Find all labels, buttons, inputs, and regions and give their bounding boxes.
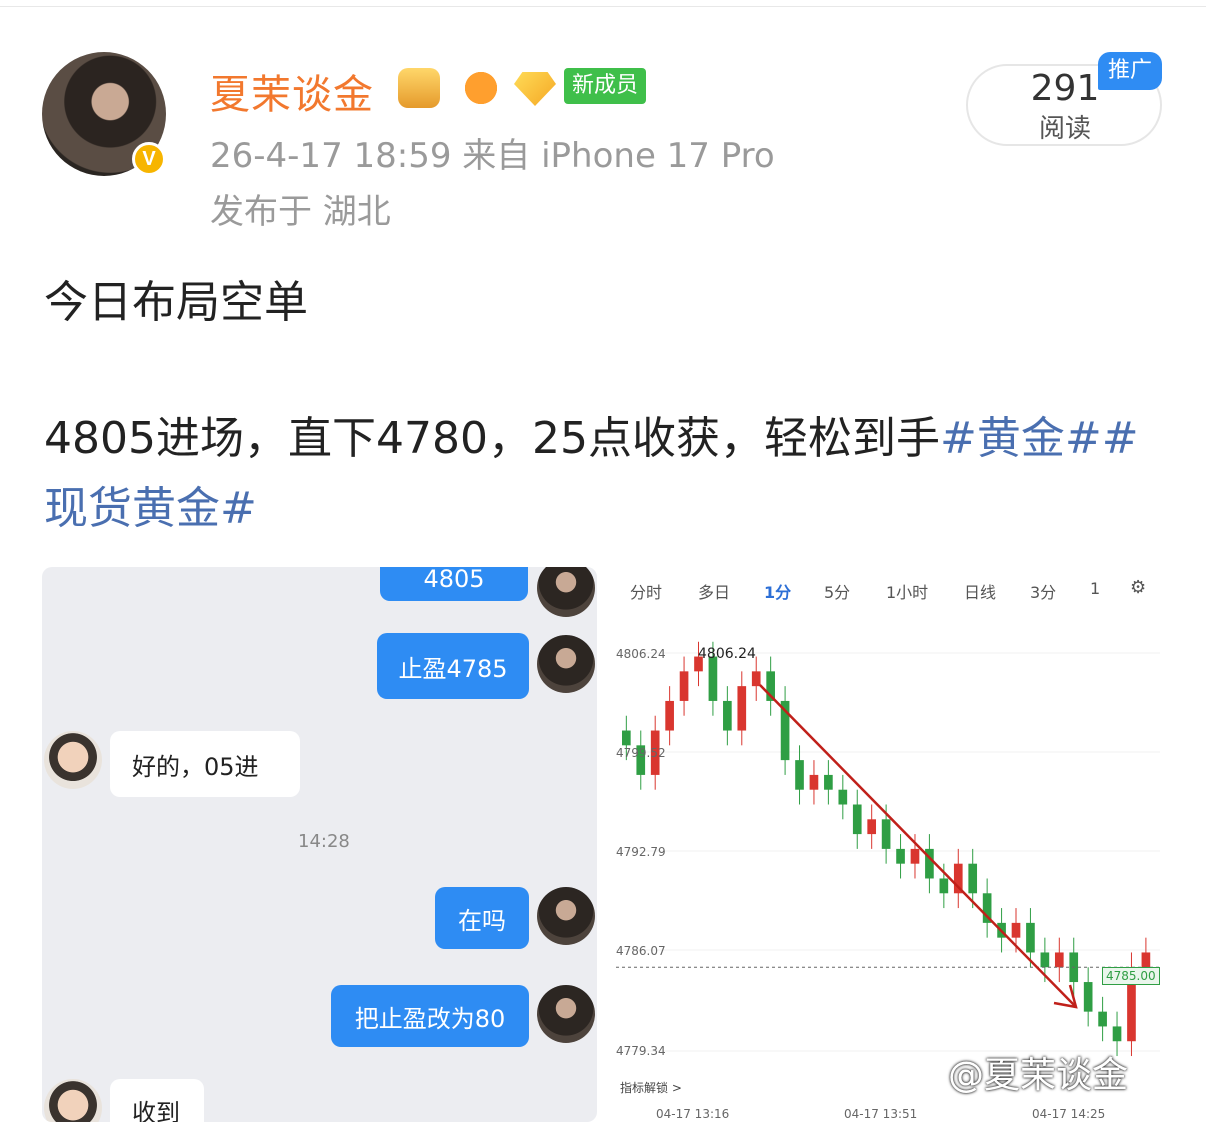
verified-icon: V	[132, 142, 166, 176]
candle-body	[1098, 1011, 1107, 1027]
hashtag-gold[interactable]: #黄金#	[940, 413, 1102, 464]
candle-body	[1054, 952, 1064, 968]
username[interactable]: 夏茉谈金	[210, 62, 374, 120]
fish-icon[interactable]	[460, 68, 502, 108]
tab-multiday[interactable]: 多日	[698, 579, 730, 603]
chat-avatar-self	[537, 985, 595, 1043]
read-count: 291	[1030, 68, 1100, 109]
candle-body	[881, 819, 891, 849]
candle-body	[809, 774, 819, 790]
x-tick: 04-17 13:51	[844, 1107, 918, 1121]
chat-bubble-change: 把止盈改为80	[331, 985, 529, 1047]
high-price-label: 4806.24	[698, 646, 756, 662]
y-tick: 4786.07	[616, 944, 666, 958]
candle-body	[1112, 1026, 1122, 1042]
chat-screenshot[interactable]: 4805 止盈4785 好的，05进 14:28 在吗 把止盈改为80 收到	[42, 567, 597, 1122]
chat-avatar-self	[537, 567, 595, 617]
chat-bubble-top: 4805	[380, 567, 528, 601]
candle-body	[910, 848, 920, 864]
candlestick-plot	[616, 641, 1160, 1057]
chat-bubble-received: 收到	[110, 1079, 204, 1122]
chat-bubble-ok: 好的，05进	[110, 731, 300, 797]
crown-icon[interactable]	[398, 68, 440, 108]
chart-screenshot[interactable]: 分时 多日 1分 5分 1小时 日线 3分 1 ⚙ 4806.24 4799.5…	[610, 567, 1166, 1122]
candle-body	[867, 819, 877, 835]
tab-3min[interactable]: 3分	[1030, 579, 1056, 603]
diamond-icon[interactable]	[514, 72, 556, 106]
x-tick: 04-17 13:16	[656, 1107, 730, 1121]
candle-body	[1040, 952, 1050, 968]
post-text-line1: 今日布局空单	[44, 277, 308, 328]
candle-body	[708, 656, 718, 701]
tab-timeshare[interactable]: 分时	[630, 579, 662, 603]
watermark: @夏茉谈金	[948, 1055, 1129, 1096]
promo-button[interactable]: 推广	[1098, 52, 1162, 90]
candle-body	[968, 863, 978, 894]
trend-arrow	[759, 684, 1077, 1008]
tab-daily[interactable]: 日线	[964, 579, 996, 603]
y-tick: 4806.24	[616, 647, 666, 661]
indicator-unlock-button[interactable]: 指标解锁 >	[620, 1079, 682, 1096]
x-tick: 04-17 14:25	[1032, 1107, 1106, 1121]
candle-body	[1026, 922, 1035, 953]
candle-body	[1083, 982, 1093, 1012]
read-label: 阅读	[1038, 114, 1091, 144]
candle-body	[939, 878, 949, 894]
tab-more[interactable]: 1	[1090, 579, 1100, 598]
candle-body	[665, 700, 674, 731]
y-tick: 4779.34	[616, 1044, 666, 1058]
chat-avatar-self	[537, 887, 595, 945]
candle-body	[852, 804, 862, 835]
candle-body	[737, 686, 747, 731]
chat-time: 14:28	[298, 831, 350, 852]
current-price-label: 4785.00	[1102, 967, 1160, 985]
tab-1min[interactable]: 1分	[764, 579, 791, 603]
candle-body	[1011, 922, 1021, 938]
candle-body	[795, 760, 804, 790]
candle-body	[824, 774, 833, 790]
post-text-body: 4805进场，直下4780，25点收获，轻松到手	[44, 413, 940, 464]
post-text-line2: 4805进场，直下4780，25点收获，轻松到手#黄金##现货黄金#	[44, 404, 1174, 544]
candle-body	[622, 730, 631, 746]
top-divider	[0, 0, 1206, 7]
y-tick: 4799.52	[616, 746, 666, 760]
post-location: 发布于 湖北	[210, 192, 391, 232]
candle-body	[723, 700, 732, 731]
chat-avatar-client	[44, 1079, 102, 1122]
chat-bubble-there: 在吗	[435, 887, 529, 949]
tab-1hour[interactable]: 1小时	[886, 579, 928, 603]
candle-body	[1141, 952, 1151, 968]
candle-body	[838, 789, 848, 805]
chat-bubble-take-profit: 止盈4785	[377, 633, 529, 699]
candle-body	[679, 671, 689, 701]
new-member-badge[interactable]: 新成员	[564, 68, 647, 104]
settings-icon[interactable]: ⚙	[1130, 577, 1146, 598]
chat-avatar-self	[537, 635, 595, 693]
candle-body	[896, 848, 905, 864]
chat-avatar-client	[44, 731, 102, 789]
y-tick: 4792.79	[616, 845, 666, 859]
candle-body	[751, 671, 761, 687]
tab-5min[interactable]: 5分	[824, 579, 850, 603]
post-timestamp: 26-4-17 18:59 来自 iPhone 17 Pro	[210, 136, 775, 176]
